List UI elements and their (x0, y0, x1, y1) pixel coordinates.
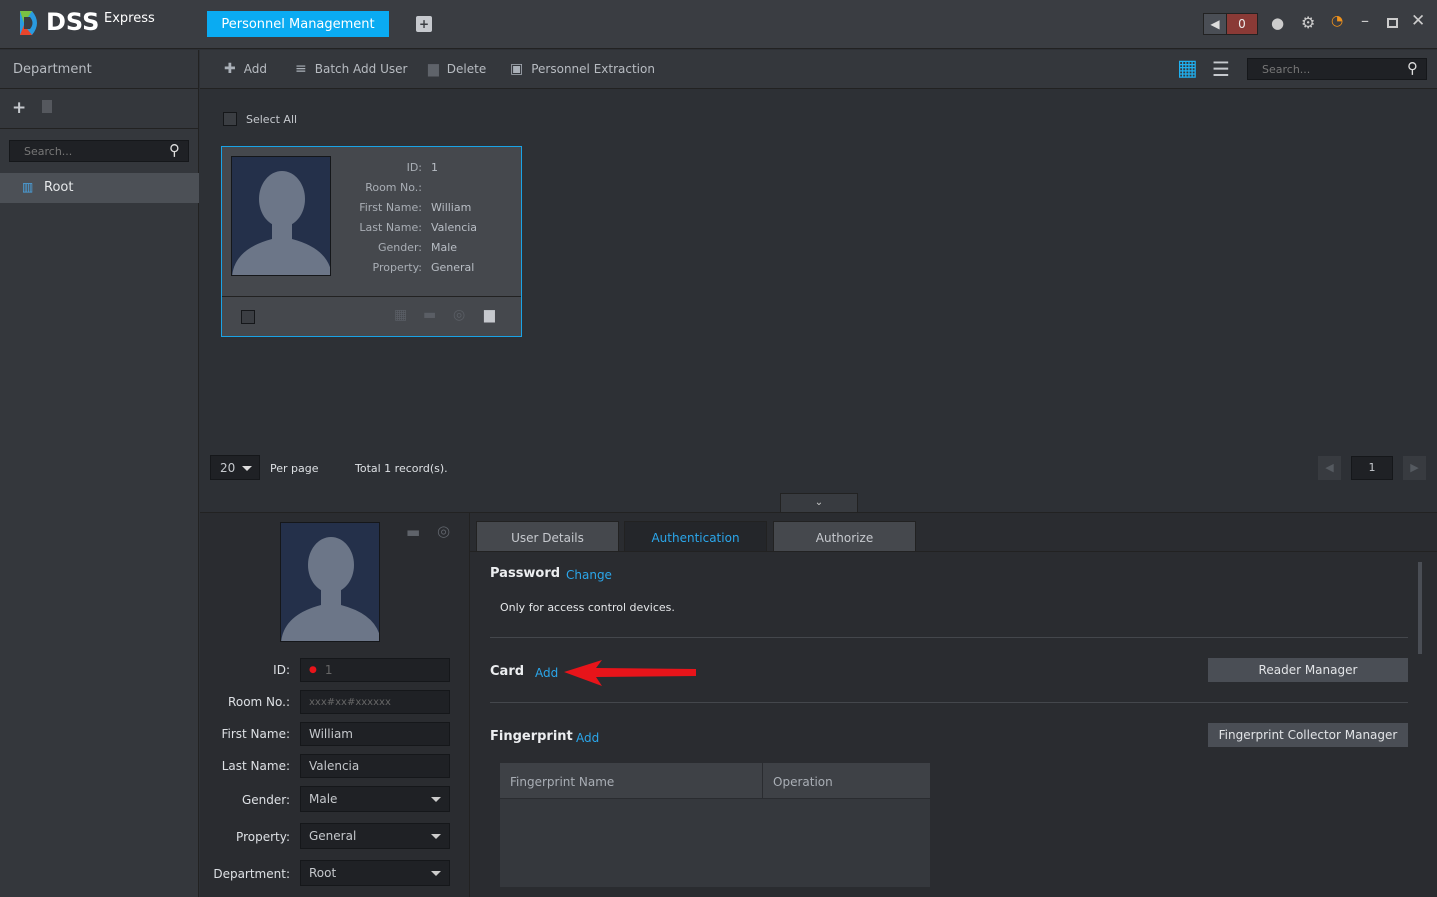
add-card-link[interactable]: Add (535, 666, 558, 680)
per-page-select[interactable]: 20 (210, 455, 260, 480)
speaker-icon[interactable]: ◀ (1203, 13, 1227, 35)
person-photo (231, 156, 331, 276)
logo-text: DSS (46, 8, 100, 36)
batch-add-user-button[interactable]: ≡ Batch Add User (295, 61, 407, 77)
chevron-down-icon (242, 466, 252, 476)
scrollbar[interactable] (1418, 562, 1422, 654)
tab-personnel-management[interactable]: Personnel Management (207, 11, 389, 37)
alarm-count[interactable]: 0 (1226, 13, 1258, 35)
search-icon[interactable]: ⚲ (1407, 59, 1418, 77)
last-name-field[interactable]: Valencia (300, 754, 450, 778)
gear-icon[interactable]: ⚙ (1301, 13, 1315, 32)
add-department-icon[interactable]: + (12, 98, 26, 118)
personnel-search-input[interactable]: Search... ⚲ (1247, 58, 1427, 80)
first-name-label: First Name: (221, 727, 290, 741)
tab-user-details[interactable]: User Details (476, 521, 619, 551)
card-title: Card (490, 664, 525, 679)
card-icon[interactable]: ▬ (406, 523, 420, 541)
grid-view-icon[interactable]: ▦ (1177, 56, 1198, 81)
select-all-checkbox[interactable] (223, 112, 237, 126)
personnel-extraction-button[interactable]: ▣ Personnel Extraction (510, 61, 655, 77)
organization-icon: ▥ (22, 180, 34, 194)
department-sidebar: Department + Search... ⚲ ▥ Root (0, 50, 199, 897)
property-select[interactable]: General (300, 823, 450, 849)
card-icon[interactable]: ▬ (423, 307, 436, 323)
department-search-input[interactable]: Search... ⚲ (9, 140, 189, 162)
list-view-icon[interactable]: ☰ (1212, 57, 1230, 81)
delete-department-icon[interactable] (42, 100, 52, 113)
delete-button[interactable]: ▆ Delete (428, 61, 486, 77)
department-label: Department: (213, 867, 290, 881)
tab-authorize[interactable]: Authorize (773, 521, 916, 551)
detail-photo[interactable] (280, 522, 380, 642)
department-select[interactable]: Root (300, 860, 450, 886)
qr-code-icon[interactable]: ▦ (394, 307, 407, 323)
property-label: Property: (236, 830, 290, 844)
change-password-link[interactable]: Change (566, 568, 612, 582)
gender-label: Gender: (241, 793, 290, 807)
red-arrow-annotation-icon (564, 660, 696, 686)
reader-manager-button[interactable]: Reader Manager (1208, 658, 1408, 682)
dss-logo-icon (20, 11, 37, 35)
fingerprint-collector-manager-button[interactable]: Fingerprint Collector Manager (1208, 723, 1408, 747)
extraction-icon: ▣ (510, 61, 524, 77)
last-name-label: Last Name: (221, 759, 290, 773)
user-icon[interactable]: ● (1271, 14, 1284, 32)
maximize-icon[interactable] (1387, 18, 1398, 28)
card-values: 1 William Valencia Male General (431, 161, 478, 274)
logo-subtext: Express (104, 11, 155, 26)
first-name-field[interactable]: William (300, 722, 450, 746)
performance-icon[interactable]: ◔ (1331, 13, 1343, 29)
sidebar-title: Department (13, 62, 92, 77)
id-label: ID: (273, 663, 290, 677)
password-title: Password (490, 566, 561, 581)
tab-authentication[interactable]: Authentication (624, 521, 767, 551)
title-bar: DSS Express Personnel Management + ◀ 0 ●… (0, 0, 1437, 49)
select-all-label: Select All (246, 113, 298, 126)
add-button[interactable]: ✚ Add (224, 61, 267, 77)
toolbar: ✚ Add ≡ Batch Add User ▆ Delete ▣ Personnel … (200, 50, 1437, 89)
total-records: Total 1 record(s). (355, 462, 448, 475)
add-fingerprint-link[interactable]: Add (576, 731, 599, 745)
trash-icon[interactable]: ▆ (484, 307, 495, 323)
collapse-panel-button[interactable]: ⌄ (780, 493, 858, 512)
next-page-button[interactable]: ▶ (1403, 456, 1426, 480)
minimize-icon[interactable]: – (1361, 11, 1369, 30)
close-icon[interactable]: ✕ (1411, 11, 1425, 31)
fingerprint-icon[interactable]: ◎ (437, 522, 450, 540)
room-no-field[interactable]: xxx#xx#xxxxxx (300, 690, 450, 714)
page-number-input[interactable]: 1 (1351, 456, 1393, 480)
avatar-silhouette-icon (281, 537, 379, 641)
column-operation: Operation (773, 775, 833, 789)
add-tab-icon[interactable]: + (416, 16, 432, 32)
id-field[interactable]: ● 1 (300, 658, 450, 682)
fingerprint-icon[interactable]: ◎ (453, 307, 465, 323)
column-fingerprint-name: Fingerprint Name (510, 775, 615, 789)
per-page-label: Per page (270, 462, 319, 475)
tree-item-root[interactable]: ▥ Root (0, 173, 199, 203)
fingerprint-table: Fingerprint Name Operation (500, 763, 930, 887)
prev-page-button[interactable]: ◀ (1318, 456, 1341, 480)
trash-icon: ▆ (428, 61, 439, 77)
gender-select[interactable]: Male (300, 786, 450, 812)
card-checkbox[interactable] (241, 310, 255, 324)
room-no-label: Room No.: (228, 695, 290, 709)
password-note: Only for access control devices. (500, 601, 675, 614)
fingerprint-title: Fingerprint (490, 729, 573, 744)
avatar-silhouette-icon (232, 171, 330, 275)
search-icon[interactable]: ⚲ (169, 141, 180, 159)
person-card[interactable]: ID: Room No.: First Name: Last Name: Gender:… (221, 146, 522, 337)
batch-add-icon: ≡ (295, 61, 307, 77)
tree-item-label: Root (44, 180, 74, 195)
plus-icon: ✚ (224, 61, 236, 77)
card-labels: ID: Room No.: First Name: Last Name: Gender:… (359, 161, 422, 274)
